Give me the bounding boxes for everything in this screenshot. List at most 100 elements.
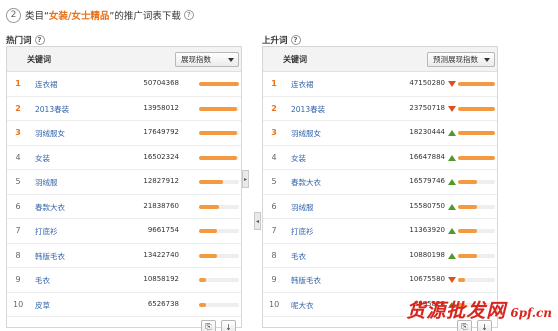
value-bar: [458, 278, 495, 282]
watermark-main: 货源批发网: [406, 300, 507, 322]
value-bar-fill: [458, 82, 495, 86]
metric-value: 10675580: [409, 275, 445, 283]
expand-right-handle[interactable]: ▸: [242, 170, 249, 188]
keyword-link[interactable]: 羽绒服女: [35, 128, 65, 139]
rank-number: 3: [15, 128, 21, 137]
metric-dropdown[interactable]: 预测展现指数: [427, 52, 495, 67]
keyword-link[interactable]: 打底衫: [291, 226, 314, 237]
expand-left-handle[interactable]: ◂: [254, 212, 261, 230]
value-bar-fill: [458, 180, 477, 184]
table-row: 4 女装 16502324: [7, 146, 241, 170]
keyword-link[interactable]: 2013春装: [35, 104, 69, 115]
metric-value: 16579746: [409, 177, 445, 185]
table-row: 2 2013春装 23750718: [263, 97, 497, 121]
metric-value: 6526738: [147, 299, 179, 308]
value-bar: [458, 204, 495, 209]
keyword-link[interactable]: 呢大衣: [291, 300, 314, 311]
keyword-link[interactable]: 女装: [291, 153, 306, 164]
value-bar-fill: [458, 229, 477, 233]
keyword-link[interactable]: 韩版毛衣: [35, 251, 65, 262]
chevron-down-icon: [484, 58, 490, 62]
help-icon[interactable]: ?: [34, 35, 45, 45]
rank-number: 1: [15, 79, 21, 88]
trend-up-icon: [448, 228, 456, 234]
table-row: 9 毛衣 10858192: [7, 268, 241, 293]
rank-number: 8: [15, 250, 21, 260]
value-bar-fill: [458, 155, 495, 160]
table-row: 7 打底衫 11363920: [263, 219, 497, 244]
rising-words-panel: 关键词 预测展现指数 1 连衣裙 47150280 2 2013春装 23750718 3 羽…: [262, 46, 498, 331]
table-row: 8 毛衣 10880198: [263, 244, 497, 268]
table-row: 5 羽绒服 12827912: [7, 170, 241, 195]
rank-number: 9: [271, 275, 277, 284]
column-keyword: 关键词: [283, 54, 307, 64]
metric-value: 16647884: [409, 152, 445, 161]
trend-up-icon: [448, 154, 456, 161]
metric-value: 50704368: [143, 79, 179, 87]
value-bar: [199, 253, 239, 258]
table-row: 8 韩版毛衣 13422740: [7, 244, 241, 268]
metric-value: 13422740: [143, 250, 179, 259]
keyword-link[interactable]: 毛衣: [291, 251, 306, 262]
value-bar-fill: [458, 131, 495, 135]
hot-words-panel: 关键词 展现指数 1 连衣裙 50704368 2 2013春装 13958012 3 羽绒服…: [6, 46, 242, 331]
trend-up-icon: [448, 179, 456, 185]
metric-value: 10880198: [409, 250, 445, 259]
keyword-link[interactable]: 韩版毛衣: [291, 275, 321, 286]
column-keyword: 关键词: [27, 54, 51, 64]
metric-value: 16502324: [143, 152, 179, 161]
value-bar-fill: [199, 278, 207, 282]
trend-up-icon: [448, 252, 456, 259]
metric-value: 11363920: [409, 226, 445, 234]
value-bar: [458, 131, 495, 135]
metric-dropdown[interactable]: 展现指数: [175, 52, 239, 67]
trend-down-icon: [448, 277, 456, 283]
table-row: 4 女装 16647884: [263, 146, 497, 170]
hot-words-label: 热门词 ?: [6, 34, 45, 46]
step-number: 2: [6, 7, 21, 23]
rank-number: 5: [15, 177, 21, 186]
keyword-link[interactable]: 春款大衣: [35, 202, 65, 213]
table-row: 3 羽绒服女 17649792: [7, 121, 241, 146]
keyword-link[interactable]: 羽绒服女: [291, 128, 321, 139]
table-header: 关键词 展现指数: [7, 47, 241, 72]
table-row: 1 连衣裙 50704368: [7, 72, 241, 97]
keyword-link[interactable]: 春款大衣: [291, 177, 321, 188]
table-row: 5 春款大衣 16579746: [263, 170, 497, 195]
watermark-sub: 6pf.cn: [510, 306, 552, 320]
keyword-link[interactable]: 连衣裙: [291, 79, 314, 90]
dropdown-label: 展现指数: [181, 55, 211, 64]
rank-number: 6: [15, 201, 21, 211]
value-bar-fill: [199, 106, 237, 111]
table-row: 3 羽绒服女 18230444: [263, 121, 497, 146]
rank-number: 8: [271, 250, 277, 260]
table-row: 7 打底衫 9661754: [7, 219, 241, 244]
value-bar: [199, 180, 239, 184]
rank-number: 10: [269, 299, 280, 309]
keyword-link[interactable]: 2013春装: [291, 104, 325, 115]
table-header: 关键词 预测展现指数: [263, 47, 497, 72]
keyword-link[interactable]: 毛衣: [35, 275, 50, 286]
value-bar: [458, 106, 495, 111]
keyword-link[interactable]: 打底衫: [35, 226, 58, 237]
keyword-link[interactable]: 连衣裙: [35, 79, 58, 90]
trend-down-icon: [448, 105, 456, 112]
rank-number: 3: [271, 128, 277, 137]
metric-value: 18230444: [409, 128, 445, 136]
help-icon[interactable]: ?: [290, 35, 301, 45]
section-title: 2 类目“ 女装/女士精品 ”的推广词表下载 ?: [6, 6, 194, 24]
copy-icon[interactable]: ⎘: [201, 320, 216, 331]
table-row: 9 韩版毛衣 10675580: [263, 268, 497, 293]
help-icon[interactable]: ?: [183, 10, 194, 20]
keyword-link[interactable]: 羽绒服: [35, 177, 58, 188]
metric-value: 21838760: [143, 201, 179, 210]
rank-number: 2: [15, 103, 21, 113]
table-row: 6 羽绒服 15580750: [263, 195, 497, 219]
keyword-link[interactable]: 女装: [35, 153, 50, 164]
keyword-link[interactable]: 羽绒服: [291, 202, 314, 213]
value-bar: [199, 302, 239, 307]
download-icon[interactable]: ↓: [221, 320, 236, 331]
rank-number: 2: [271, 103, 277, 113]
value-bar: [199, 204, 239, 209]
keyword-link[interactable]: 皮草: [35, 300, 50, 311]
